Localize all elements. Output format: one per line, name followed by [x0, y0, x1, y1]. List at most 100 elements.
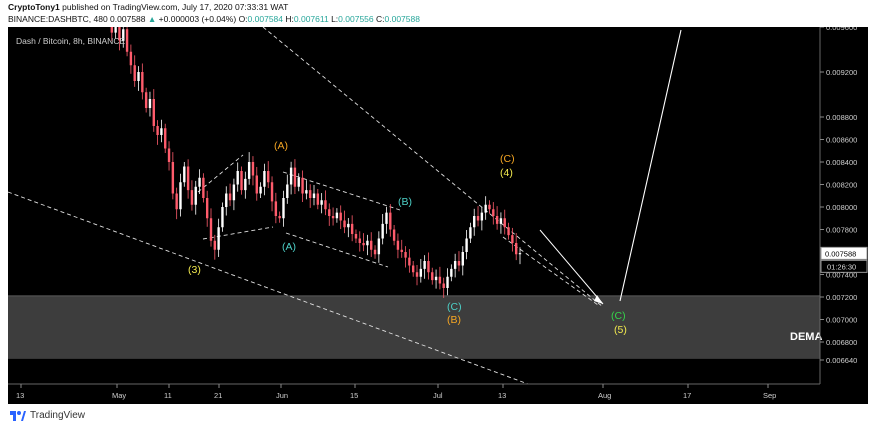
- candle-body: [324, 200, 327, 210]
- y-tick-label: 0.009600: [826, 27, 857, 32]
- wave-label: (5): [614, 324, 627, 336]
- candle-body: [450, 268, 453, 277]
- candle-body: [114, 27, 117, 33]
- candle-body: [175, 193, 178, 210]
- candle-body: [251, 162, 255, 176]
- candle-body: [152, 99, 155, 126]
- wave-label: (C): [447, 301, 462, 313]
- candle-body: [381, 223, 384, 239]
- y-tick-label: 0.007000: [826, 316, 857, 325]
- publisher-name[interactable]: CryptoTony1: [8, 2, 60, 12]
- candle-body: [240, 171, 243, 191]
- candle-body: [164, 128, 167, 149]
- candle-body: [480, 212, 484, 221]
- y-tick-label: 0.008200: [826, 181, 857, 190]
- ohlc-line: BINANCE:DASHBTC, 480 0.007588 ▲ +0.00000…: [8, 14, 420, 25]
- candle-body: [438, 276, 442, 284]
- candle-body: [160, 128, 163, 135]
- wave-label: (4): [500, 167, 513, 179]
- candle-body: [213, 240, 217, 250]
- candle-body: [267, 171, 270, 183]
- candle-body: [507, 227, 510, 236]
- candle-body: [404, 252, 407, 258]
- candle-body: [228, 193, 232, 201]
- wave-label: (A): [274, 140, 288, 152]
- candle-body: [305, 190, 308, 194]
- candle-body: [473, 216, 476, 228]
- candle-body: [293, 167, 297, 187]
- candle-body: [186, 166, 190, 191]
- x-tick-label: 21: [214, 391, 222, 400]
- x-tick-label: Jul: [433, 391, 443, 400]
- candle-body: [331, 216, 335, 219]
- candle-body: [236, 171, 239, 185]
- candle-body: [461, 252, 464, 266]
- candle-body: [270, 182, 274, 202]
- candle-body: [167, 148, 171, 162]
- high-label: H:: [285, 14, 294, 24]
- x-tick-label: Sep: [763, 391, 776, 400]
- candle-body: [190, 190, 194, 205]
- wave-label: (B): [447, 314, 461, 326]
- y-tick-label: 0.008800: [826, 113, 857, 122]
- price-change: +0.000003 (+0.04%): [158, 14, 237, 24]
- candle-body: [511, 235, 514, 243]
- y-tick-label: 0.007800: [826, 226, 857, 235]
- footer-brand[interactable]: TradingView: [10, 410, 85, 421]
- candle-body: [217, 227, 220, 250]
- wave-label: (B): [398, 196, 412, 208]
- x-tick-label: 17: [683, 391, 691, 400]
- candle-body: [301, 177, 304, 194]
- candle-body: [499, 218, 503, 224]
- candle-body: [492, 209, 495, 216]
- candle-body: [339, 212, 342, 221]
- y-tick-label: 0.008400: [826, 158, 857, 167]
- candle-body: [373, 249, 377, 255]
- candle-body: [503, 218, 506, 228]
- candle-body: [396, 240, 400, 250]
- candle-body: [411, 265, 415, 273]
- candle-body: [476, 216, 480, 221]
- candle-body: [133, 65, 136, 81]
- candle-body: [347, 223, 350, 228]
- x-tick-label: Aug: [598, 391, 611, 400]
- symbol-line: BINANCE:DASHBTC, 480: [8, 14, 108, 24]
- candle-body: [308, 190, 312, 198]
- demand-zone: [8, 295, 820, 359]
- candle-body: [282, 198, 285, 219]
- candle-body: [495, 216, 499, 224]
- candle-body: [225, 193, 228, 207]
- candle-body: [137, 72, 140, 81]
- candle-body: [358, 238, 361, 243]
- candle-body: [141, 72, 144, 93]
- candle-body: [446, 276, 449, 288]
- y-tick-label: 0.008000: [826, 203, 857, 212]
- candle-body: [202, 177, 205, 198]
- candle-body: [297, 177, 300, 187]
- candle-body: [289, 167, 293, 185]
- close-value: 0.007588: [384, 14, 420, 24]
- candle-body: [431, 272, 434, 281]
- tradingview-logo-icon: [10, 410, 26, 421]
- candle-body: [286, 184, 289, 198]
- candle-body: [316, 193, 320, 205]
- candle-body: [221, 207, 224, 228]
- candle-body: [427, 261, 430, 273]
- y-tick-label: 0.007200: [826, 293, 857, 302]
- candle-body: [484, 204, 487, 213]
- x-tick-label: Jun: [276, 391, 288, 400]
- x-tick-label: 15: [350, 391, 358, 400]
- candle-body: [125, 29, 129, 52]
- candle-body: [442, 283, 445, 288]
- candle-body: [400, 249, 403, 252]
- candle-body: [362, 243, 365, 246]
- candle-body: [171, 162, 175, 194]
- x-tick-label: 11: [164, 391, 172, 400]
- chart-area[interactable]: DEMA (3) (A) (A) (B) (C) (4) (C) (B) (C) (5) 0.00…: [8, 27, 868, 404]
- candle-body: [335, 212, 339, 219]
- candle-body: [320, 200, 323, 205]
- price-chart[interactable]: DEMA (3)(A)(A)(B)(C)(4)(C)(B) (C)(5) 0.00…: [8, 27, 868, 404]
- last-price: 0.007588: [110, 14, 146, 24]
- candle-body: [194, 186, 197, 205]
- candle-body: [518, 253, 522, 255]
